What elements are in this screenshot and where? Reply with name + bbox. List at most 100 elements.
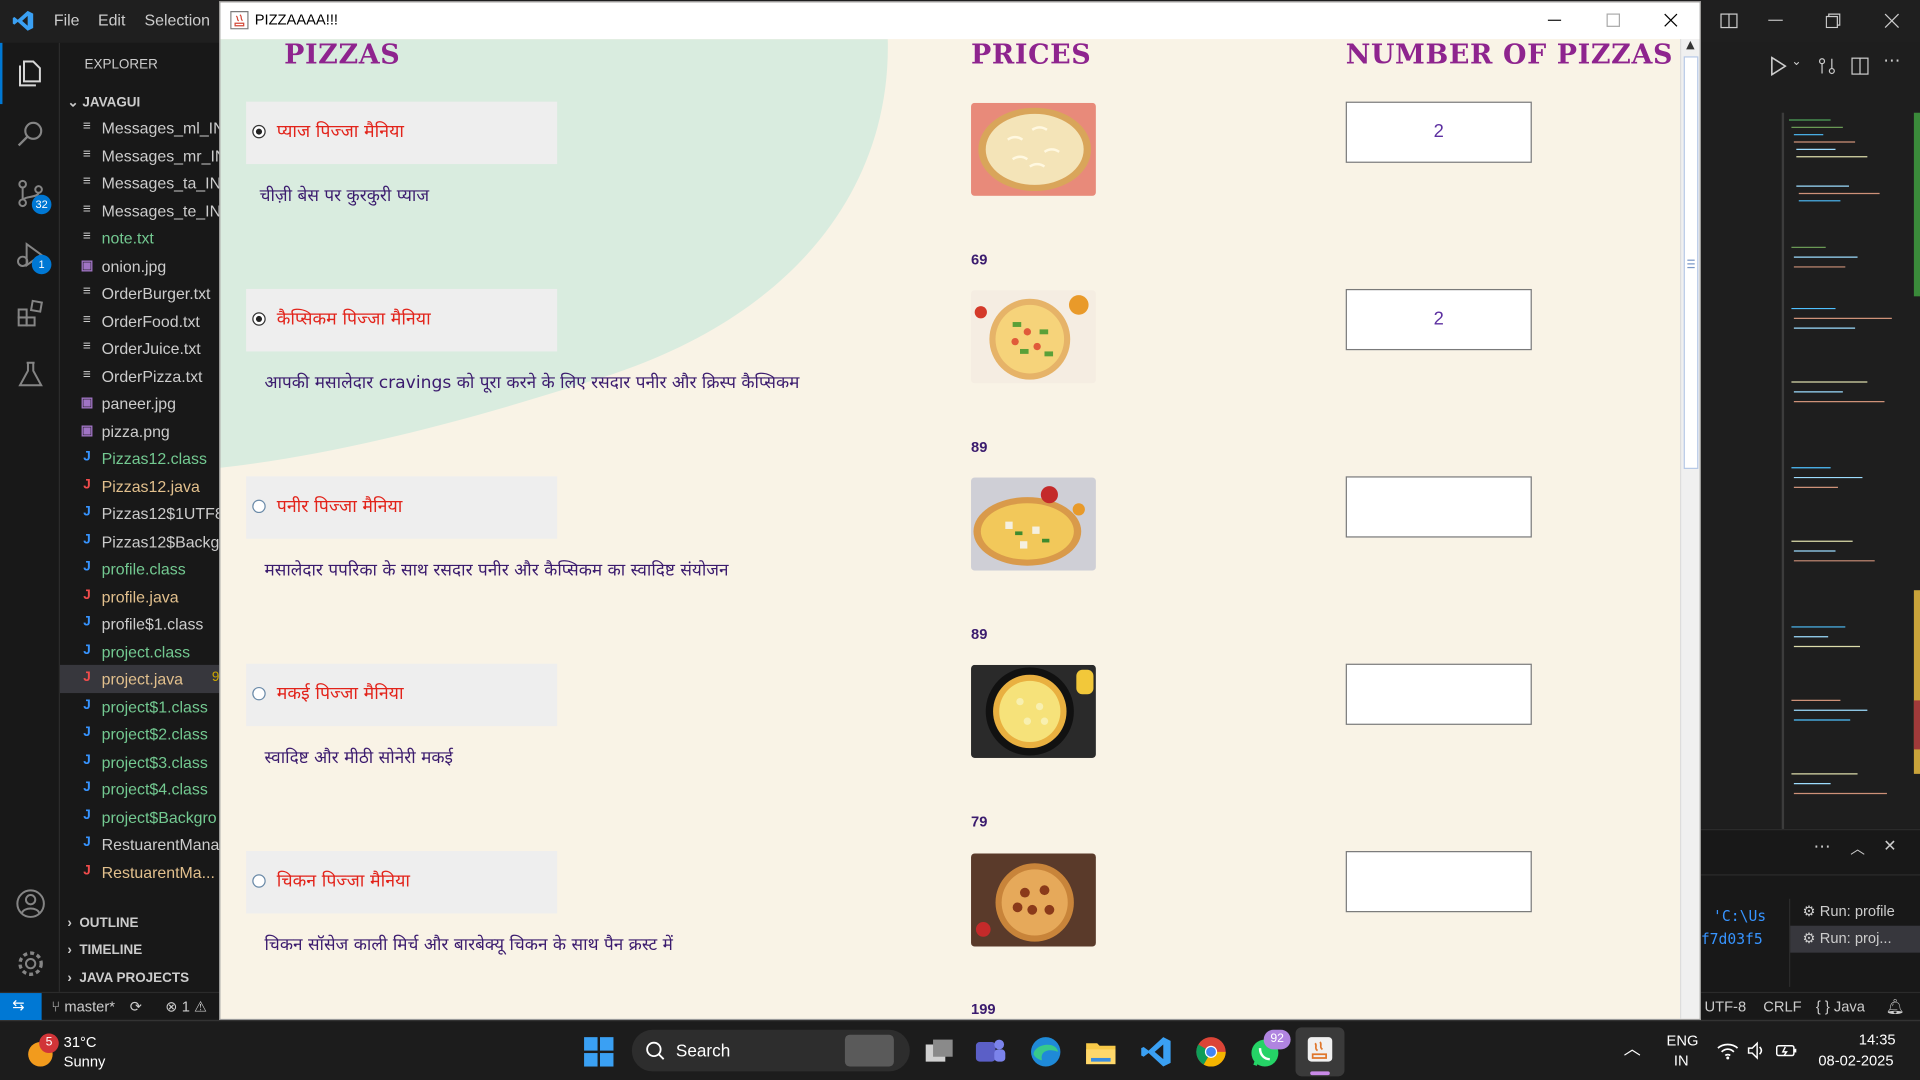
settings-gear-icon[interactable] [15, 948, 47, 980]
close-icon[interactable] [1664, 13, 1678, 27]
file-item[interactable]: ▣ onion.jpg [60, 252, 220, 280]
quantity-input[interactable]: 2 [1345, 101, 1532, 163]
vscode-taskbar-icon[interactable] [1138, 1033, 1175, 1070]
region-indicator[interactable]: IN [1674, 1052, 1689, 1069]
chrome-icon[interactable] [1193, 1033, 1230, 1070]
explorer-icon[interactable] [15, 58, 47, 90]
split-editor-icon[interactable] [1850, 56, 1870, 76]
tray-chevron-up-icon[interactable]: ︿ [1624, 1036, 1641, 1060]
pizza-option-corn[interactable]: मकई पिज्जा मैनिया [246, 663, 558, 727]
radio-button[interactable] [252, 124, 266, 139]
file-item[interactable]: Jprofile$1.class [60, 610, 220, 638]
git-branch[interactable]: ⑂ master* [51, 998, 115, 1015]
search-icon[interactable] [15, 118, 47, 150]
extensions-icon[interactable] [15, 298, 47, 330]
maximize-icon[interactable] [1606, 13, 1621, 27]
file-item[interactable]: Jproject.java 9 [60, 664, 221, 693]
radio-button[interactable] [252, 312, 266, 326]
close-icon[interactable] [1884, 13, 1900, 28]
file-item[interactable]: J Pizzas12$1UTF8 [60, 500, 220, 528]
notifications-bell-icon[interactable]: 🔔︎ [1886, 998, 1905, 1015]
file-item[interactable]: Jprofile.java [60, 582, 220, 610]
compare-icon[interactable] [1817, 56, 1837, 76]
file-item[interactable]: ≡ Messages_ta_IN. [60, 169, 220, 197]
toggle-panel-icon[interactable] [1719, 11, 1739, 31]
file-item[interactable]: Jproject$2.class [60, 720, 220, 748]
minimap[interactable] [1781, 112, 1920, 836]
close-panel-icon[interactable]: ✕ [1883, 838, 1896, 856]
file-item[interactable]: J Pizzas12.java [60, 472, 220, 500]
pizza-option-capsicum[interactable]: कैप्सिकम पिज्जा मैनिया [246, 288, 558, 352]
taskbar-search-box[interactable]: Search [631, 1029, 910, 1072]
scroll-thumb[interactable] [1683, 56, 1699, 469]
file-item[interactable]: ▣ pizza.png [60, 417, 220, 445]
language-indicator[interactable]: ENG [1667, 1032, 1699, 1049]
language-status[interactable]: { } Java [1816, 998, 1865, 1015]
edge-icon[interactable] [1027, 1033, 1064, 1070]
file-item[interactable]: Jproject$4.class [60, 775, 220, 803]
file-item[interactable]: ≡ OrderJuice.txt [60, 334, 220, 362]
folder-header[interactable]: ⌄ JAVAGUI [67, 94, 140, 111]
file-item[interactable]: J Pizzas12.class [60, 444, 220, 472]
quantity-input[interactable] [1345, 663, 1532, 725]
line-ending-status[interactable]: CRLF [1763, 998, 1801, 1015]
file-item[interactable]: J RestuarentMa... [60, 858, 220, 886]
wifi-icon[interactable] [1717, 1041, 1739, 1061]
file-item[interactable]: ≡ Messages_ml_IN [60, 114, 220, 142]
file-item[interactable]: ≡ OrderBurger.txt [60, 279, 220, 307]
timeline-section[interactable]: › TIMELINE [67, 943, 142, 958]
file-item[interactable]: ≡ Messages_mr_IN [60, 141, 220, 169]
file-item[interactable]: Jproject.class [60, 637, 220, 665]
file-item[interactable]: ≡ OrderFood.txt [60, 307, 220, 335]
encoding-status[interactable]: UTF-8 [1704, 998, 1746, 1015]
file-item[interactable]: Jproject$3.class [60, 748, 220, 776]
account-icon[interactable] [15, 888, 47, 920]
outline-section[interactable]: › OUTLINE [67, 916, 138, 931]
teams-icon[interactable] [972, 1033, 1009, 1070]
file-item[interactable]: Jproject$Backgro [60, 803, 220, 831]
radio-button[interactable] [252, 499, 266, 514]
minimize-icon[interactable] [1547, 19, 1562, 22]
pizza-option-onion[interactable]: प्याज पिज्जा मैनिया [246, 101, 558, 165]
quantity-input[interactable] [1345, 851, 1532, 913]
clock-time[interactable]: 14:35 [1859, 1031, 1896, 1048]
file-item[interactable]: ≡ note.txt [60, 224, 220, 252]
menu-file[interactable]: File [54, 11, 80, 29]
more-actions-icon[interactable]: ⋯ [1883, 51, 1900, 71]
clock-date[interactable]: 08-02-2025 [1818, 1052, 1893, 1069]
file-item[interactable]: J Pizzas12$Backgr [60, 527, 220, 555]
remote-indicator[interactable]: ⇆ [0, 993, 42, 1021]
quantity-input[interactable]: 2 [1345, 288, 1532, 351]
vertical-scrollbar[interactable]: ▲ [1680, 39, 1700, 1019]
windows-start-icon[interactable] [582, 1035, 616, 1069]
pizza-option-paneer[interactable]: पनीर पिज्जा मैनिया [246, 476, 558, 539]
file-item[interactable]: J RestuarentMana [60, 830, 220, 858]
radio-button[interactable] [252, 874, 266, 888]
file-item[interactable]: ▣ paneer.jpg [60, 389, 220, 417]
terminal-item-profile[interactable]: ⚙ Run: profile [1802, 902, 1894, 919]
quantity-input[interactable] [1345, 476, 1532, 538]
file-item[interactable]: ≡ OrderPizza.txt [60, 362, 220, 390]
task-view-icon[interactable] [921, 1033, 958, 1070]
java-projects-section[interactable]: › JAVA PROJECTS [67, 971, 189, 986]
more-icon[interactable]: ⋯ [1813, 838, 1830, 858]
battery-icon[interactable] [1776, 1041, 1798, 1061]
run-icon[interactable] [1769, 56, 1787, 76]
scroll-up-icon[interactable]: ▲ [1686, 39, 1694, 51]
file-item[interactable]: ≡ Messages_te_IN. [60, 197, 220, 225]
maximize-panel-icon[interactable]: ︿ [1850, 838, 1865, 859]
minimize-icon[interactable] [1768, 19, 1783, 22]
file-item[interactable]: Jprofile.class [60, 555, 220, 583]
file-explorer-icon[interactable] [1082, 1033, 1119, 1070]
volume-icon[interactable] [1746, 1041, 1766, 1061]
sync-icon[interactable]: ⟳ [130, 998, 142, 1015]
file-item[interactable]: Jproject$1.class [60, 692, 220, 720]
restore-icon[interactable] [1825, 13, 1841, 29]
terminal-item-project[interactable]: ⚙ Run: proj... [1802, 929, 1891, 946]
weather-widget[interactable]: 5 31°C Sunny [17, 1033, 201, 1072]
pizza-option-chicken[interactable]: चिकन पिज्जा मैनिया [246, 851, 558, 914]
radio-button[interactable] [252, 686, 266, 701]
run-dropdown-icon[interactable]: ⌄ [1791, 55, 1801, 68]
menu-edit[interactable]: Edit [98, 11, 125, 29]
testing-icon[interactable] [15, 359, 47, 391]
